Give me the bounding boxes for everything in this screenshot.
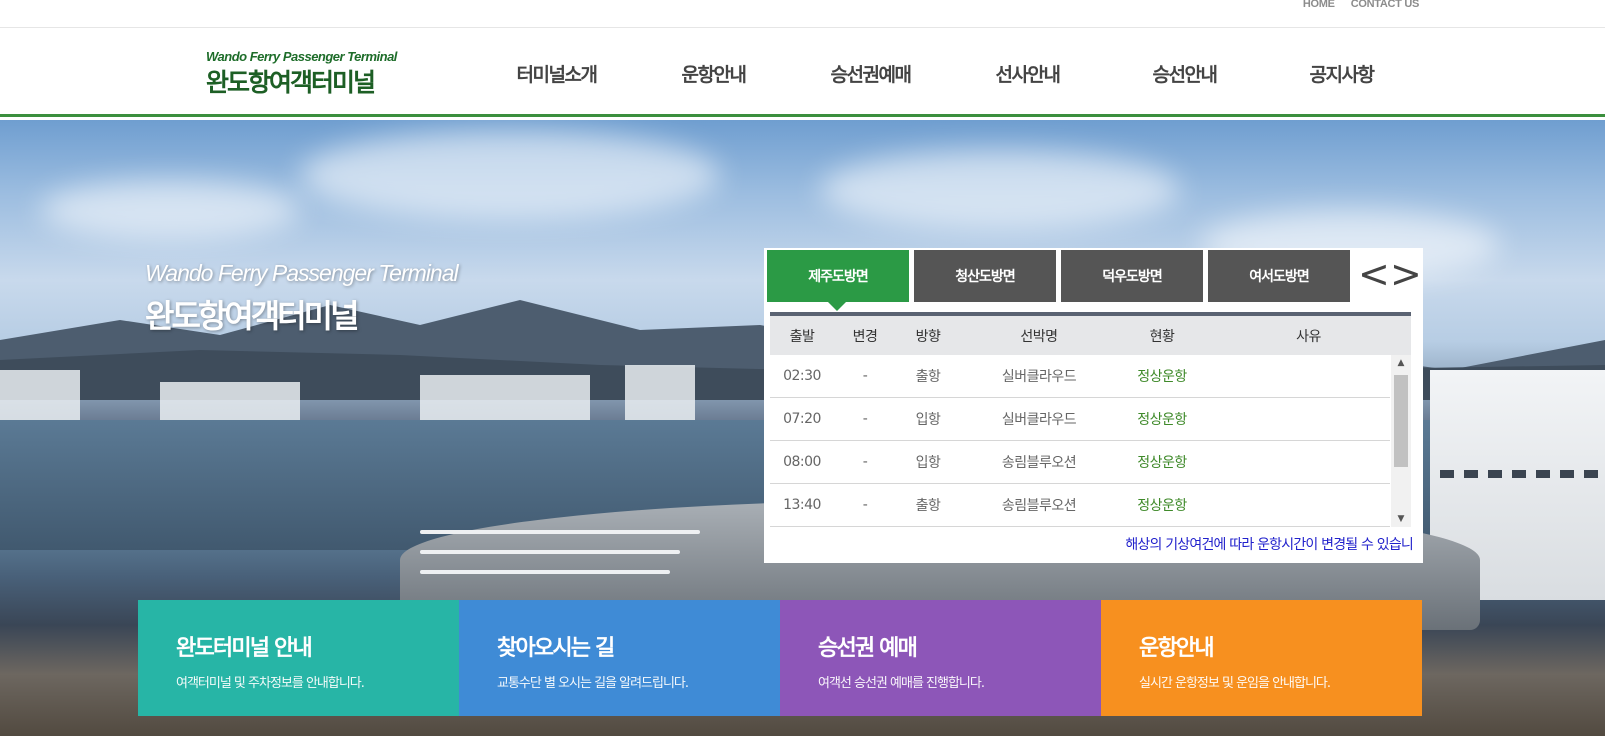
scroll-down-icon[interactable]: ▼	[1391, 511, 1411, 527]
logo-korean: 완도항여객터미널	[206, 68, 376, 97]
header-reason: 사유	[1296, 328, 1321, 345]
hero-title-korean: 완도항여객터미널	[145, 297, 360, 335]
cell-ship-name: 송림블루오션	[1001, 498, 1077, 514]
cell-status: 정상운항	[1137, 369, 1187, 385]
quick-title: 운항안내	[1139, 636, 1215, 661]
ship-window	[1512, 470, 1526, 478]
scroll-up-icon[interactable]: ▲	[1391, 355, 1411, 371]
header-ship-name: 선박명	[1020, 328, 1058, 345]
table-row: 13:40 - 출항 송림블루오션 정상운항	[770, 484, 1390, 527]
cloud-shape	[820, 150, 1180, 230]
cell-status: 정상운항	[1137, 498, 1187, 514]
cell-ship-name: 송림블루오션	[1001, 455, 1077, 471]
nav-shipping-company[interactable]: 선사안내	[949, 29, 1106, 117]
cell-status: 정상운항	[1137, 455, 1187, 471]
quick-directions[interactable]: 찾아오시는 길 교통수단 별 오시는 길을 알려드립니다.	[459, 600, 780, 716]
quick-operation-info[interactable]: 운항안내 실시간 운항정보 및 운임을 안내합니다.	[1101, 600, 1422, 716]
terminal-stripe	[420, 530, 700, 534]
cell-direction: 입항	[915, 455, 941, 471]
tab-jeju[interactable]: 제주도방면	[767, 250, 909, 311]
header-change: 변경	[852, 328, 878, 345]
ship-window	[1488, 470, 1502, 478]
utility-links: HOME CONTACT US	[1303, 0, 1419, 10]
home-link[interactable]: HOME	[1303, 0, 1335, 10]
hero-title-english: Wando Ferry Passenger Terminal	[145, 260, 459, 286]
cell-change: -	[862, 411, 868, 427]
quick-desc: 실시간 운항정보 및 운임을 안내합니다.	[1139, 676, 1331, 691]
ship-window	[1584, 470, 1598, 478]
quick-desc: 여객선 승선권 예매를 진행합니다.	[818, 676, 985, 691]
utility-bar: HOME CONTACT US	[0, 0, 1605, 28]
table-body: 02:30 - 출항 실버클라우드 정상운항 07:20 - 입항 실버클라우드…	[770, 355, 1411, 527]
nav-operation-info[interactable]: 운항안내	[635, 29, 792, 117]
cell-direction: 입항	[915, 412, 941, 428]
header-departure: 출발	[789, 328, 815, 345]
quick-title: 찾아오시는 길	[497, 636, 615, 661]
cell-departure: 02:30	[783, 368, 821, 384]
tab-cheongsan[interactable]: 청산도방면	[914, 250, 1056, 302]
nav-ticket-booking[interactable]: 승선권예매	[792, 29, 949, 117]
table-row: 07:20 - 입항 실버클라우드 정상운항	[770, 398, 1390, 441]
chevron-left-icon[interactable]: <	[1358, 254, 1390, 298]
quick-terminal-info[interactable]: 완도터미널 안내 여객터미널 및 주차정보를 안내합니다.	[138, 600, 459, 716]
header-direction: 방향	[915, 328, 941, 345]
ship-window	[1440, 470, 1454, 478]
nav-boarding-info[interactable]: 승선안내	[1106, 29, 1263, 117]
tab-arrows: < >	[1358, 254, 1422, 298]
cell-change: -	[862, 454, 868, 470]
cell-departure: 08:00	[783, 454, 821, 470]
nav-notice[interactable]: 공지사항	[1263, 29, 1420, 117]
cell-departure: 07:20	[783, 411, 821, 427]
tab-yeoseo[interactable]: 여서도방면	[1208, 250, 1350, 302]
quick-desc: 여객터미널 및 주차정보를 안내합니다.	[176, 676, 365, 691]
cell-change: -	[862, 497, 868, 513]
cell-departure: 13:40	[783, 497, 821, 513]
cloud-shape	[300, 130, 720, 220]
cell-status: 정상운항	[1137, 412, 1187, 428]
quick-links: 완도터미널 안내 여객터미널 및 주차정보를 안내합니다. 찾아오시는 길 교통…	[138, 600, 1422, 716]
quick-desc: 교통수단 별 오시는 길을 알려드립니다.	[497, 676, 689, 691]
terminal-stripe	[420, 570, 670, 574]
route-tabs: 제주도방면 청산도방면 덕우도방면 여서도방면	[767, 250, 1350, 311]
weather-notice: 해상의 기상여건에 따라 운항시간이 변경될 수 있습니	[1125, 537, 1413, 553]
tab-deogu[interactable]: 덕우도방면	[1061, 250, 1203, 302]
scroll-thumb[interactable]	[1394, 375, 1408, 467]
cell-ship-name: 실버클라우드	[1001, 412, 1077, 428]
logo[interactable]: Wando Ferry Passenger Terminal 완도항여객터미널	[206, 49, 397, 99]
cell-ship-name: 실버클라우드	[1001, 369, 1077, 385]
cloud-shape	[40, 180, 300, 240]
site-header: Wando Ferry Passenger Terminal 완도항여객터미널 …	[0, 29, 1605, 117]
quick-ticket-booking[interactable]: 승선권 예매 여객선 승선권 예매를 진행합니다.	[780, 600, 1101, 716]
quick-title: 완도터미널 안내	[176, 636, 313, 661]
table-scrollbar[interactable]: ▲ ▼	[1391, 355, 1411, 527]
cell-direction: 출항	[915, 498, 941, 514]
ship-window	[1560, 470, 1574, 478]
quick-title: 승선권 예매	[818, 636, 918, 661]
header-status: 현황	[1149, 328, 1175, 345]
contact-us-link[interactable]: CONTACT US	[1351, 0, 1420, 10]
table-header: 출발 변경 방향 선박명 현황 사유	[770, 312, 1411, 355]
ship-window	[1464, 470, 1478, 478]
logo-english: Wando Ferry Passenger Terminal	[206, 49, 397, 64]
cell-direction: 출항	[915, 369, 941, 385]
ferry-schedule-widget: 제주도방면 청산도방면 덕우도방면 여서도방면 < > 출발 변경 방향 선박명…	[764, 248, 1423, 563]
ship-window	[1536, 470, 1550, 478]
nav-terminal-intro[interactable]: 터미널소개	[478, 29, 635, 117]
terminal-stripe	[420, 550, 680, 554]
table-row: 02:30 - 출항 실버클라우드 정상운항	[770, 355, 1390, 398]
chevron-right-icon[interactable]: >	[1390, 254, 1422, 298]
hero-title: Wando Ferry Passenger Terminal 완도항여객터미널	[145, 260, 459, 337]
main-nav: 터미널소개 운항안내 승선권예매 선사안내 승선안내 공지사항	[478, 29, 1420, 117]
schedule-table: 출발 변경 방향 선박명 현황 사유 02:30 - 출항 실버클라우드 정상운…	[770, 312, 1411, 527]
table-row: 08:00 - 입항 송림블루오션 정상운항	[770, 441, 1390, 484]
hero-banner: Wando Ferry Passenger Terminal 완도항여객터미널 …	[0, 120, 1605, 736]
cell-change: -	[862, 368, 868, 384]
